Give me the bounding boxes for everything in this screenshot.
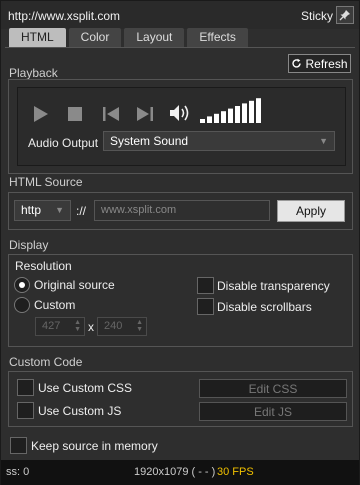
- tab-divider: [5, 47, 355, 48]
- refresh-label: Refresh: [305, 56, 348, 71]
- resolution-x-label: x: [88, 320, 94, 334]
- status-fps: 30 FPS: [217, 466, 254, 478]
- width-stepper[interactable]: 427 ▲ ▼: [35, 317, 85, 336]
- audio-output-select[interactable]: System Sound ▼: [103, 131, 335, 151]
- speaker-icon[interactable]: [169, 103, 191, 123]
- apply-button[interactable]: Apply: [277, 200, 345, 222]
- previous-icon[interactable]: [102, 105, 120, 123]
- tab-layout[interactable]: Layout: [124, 28, 185, 47]
- original-source-radio[interactable]: [14, 277, 30, 293]
- use-custom-js-checkbox[interactable]: [17, 402, 34, 419]
- protocol-select[interactable]: http ▼: [14, 200, 71, 221]
- stepper-arrows-icon: ▲ ▼: [136, 319, 143, 333]
- url-value: www.xsplit.com: [101, 204, 177, 216]
- tab-effects[interactable]: Effects: [187, 28, 248, 47]
- window-title: http://www.xsplit.com: [8, 9, 121, 23]
- pin-icon: [339, 10, 350, 21]
- keep-source-checkbox[interactable]: [10, 437, 27, 454]
- stop-icon[interactable]: [67, 105, 83, 123]
- volume-bar[interactable]: [249, 100, 254, 123]
- source-properties-window: http://www.xsplit.com Sticky HTML Color …: [0, 0, 360, 485]
- next-icon[interactable]: [136, 105, 154, 123]
- volume-bar[interactable]: [221, 111, 226, 123]
- volume-bar[interactable]: [214, 113, 219, 123]
- display-section-label: Display: [9, 238, 49, 252]
- volume-bar[interactable]: [242, 103, 247, 123]
- original-source-label[interactable]: Original source: [34, 278, 115, 292]
- status-ss: ss: 0: [6, 466, 30, 478]
- volume-meter[interactable]: [200, 97, 262, 123]
- edit-css-button[interactable]: Edit CSS: [199, 379, 347, 398]
- protocol-value: http: [21, 203, 42, 217]
- use-custom-css-label[interactable]: Use Custom CSS: [38, 381, 132, 395]
- custom-label[interactable]: Custom: [34, 298, 75, 312]
- refresh-button[interactable]: Refresh: [288, 54, 351, 73]
- pin-button[interactable]: [336, 6, 354, 24]
- disable-scrollbars-checkbox[interactable]: [197, 298, 214, 315]
- play-icon[interactable]: [32, 105, 50, 123]
- resolution-label: Resolution: [15, 259, 72, 273]
- status-bar: ss: 0 1920x1079 ( - - ) 30 FPS: [1, 460, 359, 485]
- audio-output-label: Audio Output: [28, 136, 99, 150]
- use-custom-css-checkbox[interactable]: [17, 379, 34, 396]
- protocol-separator: ://: [76, 204, 87, 218]
- keep-source-label[interactable]: Keep source in memory: [31, 439, 158, 453]
- title-bar: http://www.xsplit.com Sticky: [1, 1, 359, 29]
- audio-output-value: System Sound: [110, 134, 189, 148]
- width-value: 427: [42, 320, 61, 332]
- refresh-icon: [292, 58, 302, 68]
- tab-html[interactable]: HTML: [9, 28, 66, 47]
- volume-bar[interactable]: [256, 98, 261, 123]
- sticky-label: Sticky: [300, 9, 333, 23]
- chevron-down-icon: ▼: [319, 136, 328, 146]
- tab-bar: HTML Color Layout Effects: [9, 28, 251, 47]
- html-source-section-label: HTML Source: [9, 175, 83, 189]
- height-value: 240: [104, 320, 123, 332]
- url-input[interactable]: www.xsplit.com: [94, 200, 270, 221]
- use-custom-js-label[interactable]: Use Custom JS: [38, 404, 121, 418]
- disable-scrollbars-label[interactable]: Disable scrollbars: [217, 300, 312, 314]
- volume-bar[interactable]: [200, 119, 205, 123]
- volume-bar[interactable]: [228, 108, 233, 123]
- status-resolution: 1920x1079 ( - - ): [134, 466, 216, 478]
- stepper-arrows-icon: ▲ ▼: [74, 319, 81, 333]
- playback-section-label: Playback: [9, 66, 58, 80]
- tab-color[interactable]: Color: [68, 28, 122, 47]
- volume-bar[interactable]: [235, 106, 240, 123]
- disable-transparency-checkbox[interactable]: [197, 277, 214, 294]
- playback-controls-frame: [17, 87, 346, 166]
- disable-transparency-label[interactable]: Disable transparency: [217, 279, 330, 293]
- volume-bar[interactable]: [207, 116, 212, 123]
- edit-js-button[interactable]: Edit JS: [199, 402, 347, 421]
- height-stepper[interactable]: 240 ▲ ▼: [97, 317, 147, 336]
- custom-code-section-label: Custom Code: [9, 355, 83, 369]
- chevron-down-icon: ▼: [55, 205, 64, 215]
- custom-radio[interactable]: [14, 297, 30, 313]
